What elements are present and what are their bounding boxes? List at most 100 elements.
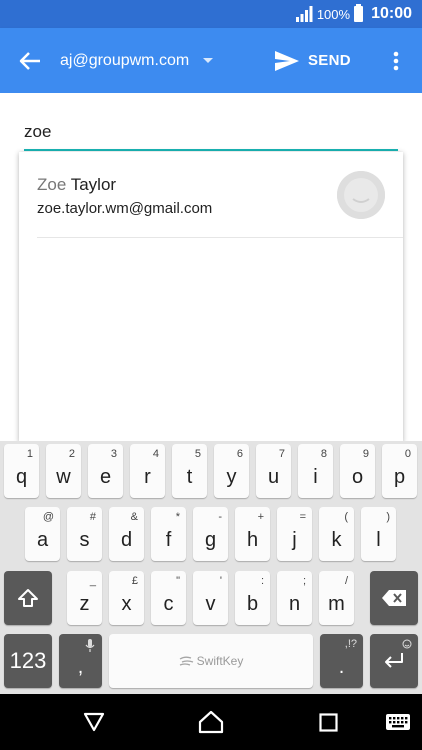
- key-d[interactable]: d &: [109, 507, 144, 561]
- account-selector[interactable]: aj@groupwm.com: [60, 51, 214, 70]
- key-alt-label: ;: [302, 575, 306, 587]
- dropdown-caret-icon: [203, 58, 214, 63]
- key-label: e: [99, 466, 112, 488]
- key-alt-label: ": [176, 575, 180, 587]
- swiftkey-logo: SwiftKey: [179, 654, 243, 668]
- key-m[interactable]: m /: [319, 571, 354, 625]
- contact-email: zoe.taylor.wm@gmail.com: [37, 200, 213, 217]
- key-i[interactable]: i8: [298, 444, 333, 498]
- battery-percent: 100%: [316, 6, 351, 22]
- to-recipient-input[interactable]: [24, 115, 398, 151]
- contact-suggestion[interactable]: Zoe Taylor zoe.taylor.wm@gmail.com: [19, 152, 403, 238]
- key-l[interactable]: l): [361, 507, 396, 561]
- key-label: t: [186, 466, 193, 488]
- key-o[interactable]: o9: [340, 444, 375, 498]
- key-label: x: [121, 593, 132, 615]
- nav-recents-button[interactable]: [318, 694, 338, 750]
- emoji-icon: [402, 639, 412, 649]
- key-alt-label: @: [42, 511, 54, 523]
- key-label: v: [205, 593, 216, 615]
- key-alt-label: 4: [152, 448, 159, 460]
- key-w[interactable]: w2: [46, 444, 81, 498]
- signal-icon: [295, 6, 313, 22]
- key-x[interactable]: x £: [109, 571, 144, 625]
- space-key[interactable]: SwiftKey: [109, 634, 313, 688]
- period-alt: ,!?: [344, 638, 357, 650]
- shift-icon: [18, 589, 38, 607]
- app-bar: aj@groupwm.com SEND: [0, 28, 422, 93]
- back-arrow-icon: [19, 51, 40, 70]
- key-label: w: [56, 466, 71, 488]
- key-k[interactable]: k(: [319, 507, 354, 561]
- key-e[interactable]: e3: [88, 444, 123, 498]
- comma-key[interactable]: ,: [59, 634, 102, 688]
- battery-icon: [354, 4, 364, 22]
- keyboard: q1w2e3r4t5y6u7i8o9p0 a @ s # d & f * g - h + j = k(l) …: [0, 441, 422, 694]
- key-b[interactable]: b:: [235, 571, 270, 625]
- enter-key[interactable]: [370, 634, 418, 688]
- keyboard-icon: [386, 714, 410, 730]
- key-alt-label: £: [131, 575, 138, 587]
- status-bar: 100% 10:00: [0, 0, 422, 28]
- key-r[interactable]: r4: [130, 444, 165, 498]
- nav-back-triangle-icon: [83, 712, 105, 732]
- account-email: aj@groupwm.com: [60, 51, 190, 69]
- key-f[interactable]: f *: [151, 507, 186, 561]
- back-button[interactable]: [0, 28, 60, 93]
- key-a[interactable]: a @: [25, 507, 60, 561]
- key-label: s: [79, 529, 90, 551]
- key-p[interactable]: p0: [382, 444, 417, 498]
- key-y[interactable]: y6: [214, 444, 249, 498]
- key-g[interactable]: g-: [193, 507, 228, 561]
- key-v[interactable]: v ': [193, 571, 228, 625]
- key-s[interactable]: s #: [67, 507, 102, 561]
- key-alt-label: ): [386, 511, 390, 523]
- key-label: n: [288, 593, 301, 615]
- key-alt-label: 2: [68, 448, 75, 460]
- key-alt-label: 9: [362, 448, 369, 460]
- numbers-key[interactable]: 123: [4, 634, 52, 688]
- key-alt-label: &: [130, 511, 138, 523]
- key-label: o: [351, 466, 364, 488]
- key-label: f: [165, 529, 172, 551]
- key-alt-label: _: [89, 575, 96, 587]
- key-q[interactable]: q1: [4, 444, 39, 498]
- key-label: i: [313, 466, 318, 488]
- key-label: q: [15, 466, 28, 488]
- period-key[interactable]: . ,!?: [320, 634, 363, 688]
- key-label: z: [79, 593, 90, 615]
- key-j[interactable]: j =: [277, 507, 312, 561]
- navigation-bar: [0, 694, 422, 750]
- key-alt-label: ': [219, 575, 222, 587]
- shift-key[interactable]: [4, 571, 52, 625]
- key-label: y: [226, 466, 237, 488]
- key-alt-label: 5: [194, 448, 201, 460]
- key-alt-label: 3: [110, 448, 117, 460]
- keyboard-switch-button[interactable]: [386, 694, 410, 750]
- key-label: b: [246, 593, 259, 615]
- backspace-icon: [382, 590, 406, 606]
- key-z[interactable]: z _: [67, 571, 102, 625]
- key-h[interactable]: h +: [235, 507, 270, 561]
- nav-home-button[interactable]: [198, 694, 224, 750]
- key-alt-label: 8: [320, 448, 327, 460]
- more-options-button[interactable]: [384, 28, 408, 93]
- key-alt-label: 6: [236, 448, 243, 460]
- key-label: a: [36, 529, 49, 551]
- key-c[interactable]: c ": [151, 571, 186, 625]
- key-label: d: [120, 529, 133, 551]
- key-u[interactable]: u7: [256, 444, 291, 498]
- key-alt-label: -: [218, 511, 222, 523]
- send-button[interactable]: SEND: [274, 28, 351, 93]
- key-alt-label: #: [89, 511, 96, 523]
- key-n[interactable]: n;: [277, 571, 312, 625]
- key-label: c: [163, 593, 174, 615]
- contact-suggestions: Zoe Taylor zoe.taylor.wm@gmail.com: [19, 152, 403, 442]
- backspace-key[interactable]: [370, 571, 418, 625]
- key-label: l: [376, 529, 381, 551]
- nav-back-button[interactable]: [82, 694, 106, 750]
- key-alt-label: *: [175, 511, 180, 523]
- key-t[interactable]: t5: [172, 444, 207, 498]
- key-alt-label: +: [257, 511, 264, 523]
- home-icon: [198, 710, 224, 734]
